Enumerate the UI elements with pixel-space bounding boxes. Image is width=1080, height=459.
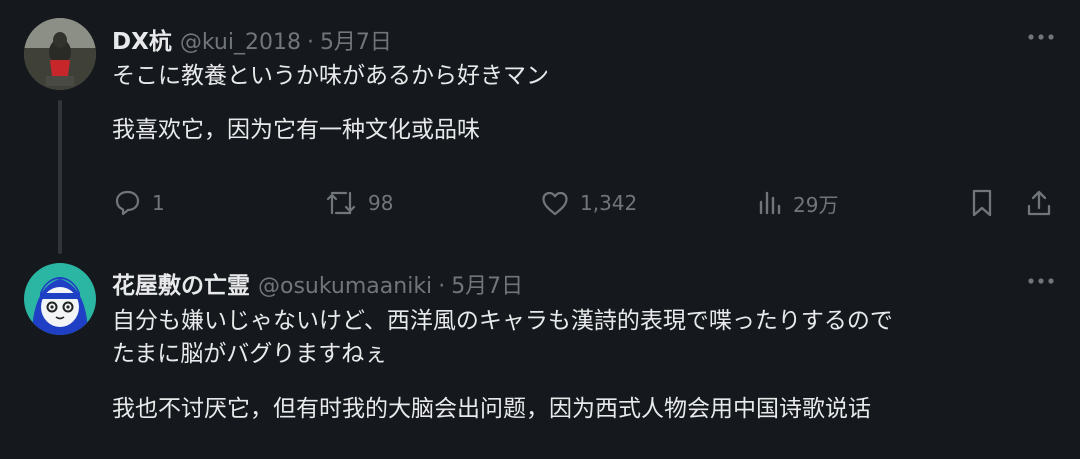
tweet-translation: 我也不讨厌它，但有时我的大脑会出问题，因为西式人物会用中国诗歌说话 <box>112 396 871 422</box>
tweet-2-header: 花屋敷の亡霊 @osukumaaniki · 5月7日 <box>112 266 523 300</box>
avatar-dx[interactable] <box>24 18 96 90</box>
avatar-hanayashiki[interactable] <box>24 263 96 335</box>
tweet-text-line: そこに教養というか味があるから好きマン <box>112 63 549 89</box>
user-handle[interactable]: @kui_2018 <box>180 30 301 55</box>
bookmark-button[interactable] <box>970 183 994 223</box>
user-handle[interactable]: @osukumaaniki <box>258 274 432 299</box>
share-upload-icon <box>1027 190 1051 216</box>
reply-button[interactable]: 1 <box>112 183 165 223</box>
more-button[interactable] <box>1021 266 1061 296</box>
more-horizontal-icon <box>1028 278 1054 284</box>
tweet-text: 自分も嫌いじゃないけど、西洋風のキャラも漢詩的表現で喋ったりするので たまに脳が… <box>112 305 893 371</box>
tweet-text-line: 自分も嫌いじゃないけど、西洋風のキャラも漢詩的表現で喋ったりするので <box>112 308 893 334</box>
views-bar-chart-icon <box>759 191 781 215</box>
tweet-text-line: たまに脳がバグりますねぇ <box>112 341 388 367</box>
share-button[interactable] <box>1026 183 1052 223</box>
separator-dot: · <box>438 274 446 299</box>
tweet-thread: DX杭 @kui_2018 · 5月7日 そこに教養というか味があるから好きマン… <box>0 0 1080 459</box>
more-horizontal-icon <box>1028 34 1054 40</box>
views-button[interactable]: 29万 <box>757 183 838 223</box>
thread-connector-line <box>58 100 62 254</box>
separator-dot: · <box>306 30 314 55</box>
repost-count: 98 <box>368 191 394 215</box>
repost-button[interactable]: 98 <box>324 183 393 223</box>
reply-count: 1 <box>152 191 165 215</box>
like-button[interactable]: 1,342 <box>540 183 637 223</box>
tweet-date[interactable]: 5月7日 <box>451 268 523 300</box>
display-name[interactable]: 花屋敷の亡霊 <box>112 266 250 300</box>
more-button[interactable] <box>1021 22 1061 52</box>
like-count: 1,342 <box>580 191 638 215</box>
heart-icon <box>542 191 568 216</box>
tweet-actions-bar: 1 98 1,342 29万 <box>112 183 1062 223</box>
display-name[interactable]: DX杭 <box>112 22 172 56</box>
bookmark-icon <box>972 189 992 217</box>
tweet-date[interactable]: 5月7日 <box>320 24 392 56</box>
tweet-translation: 我喜欢它，因为它有一种文化或品味 <box>112 117 480 143</box>
tweet-text: そこに教養というか味があるから好きマン <box>112 60 549 93</box>
views-count: 29万 <box>793 192 839 217</box>
reply-bubble-icon <box>115 190 140 216</box>
tweet-1-header: DX杭 @kui_2018 · 5月7日 <box>112 22 392 56</box>
repost-arrows-icon <box>326 191 356 215</box>
